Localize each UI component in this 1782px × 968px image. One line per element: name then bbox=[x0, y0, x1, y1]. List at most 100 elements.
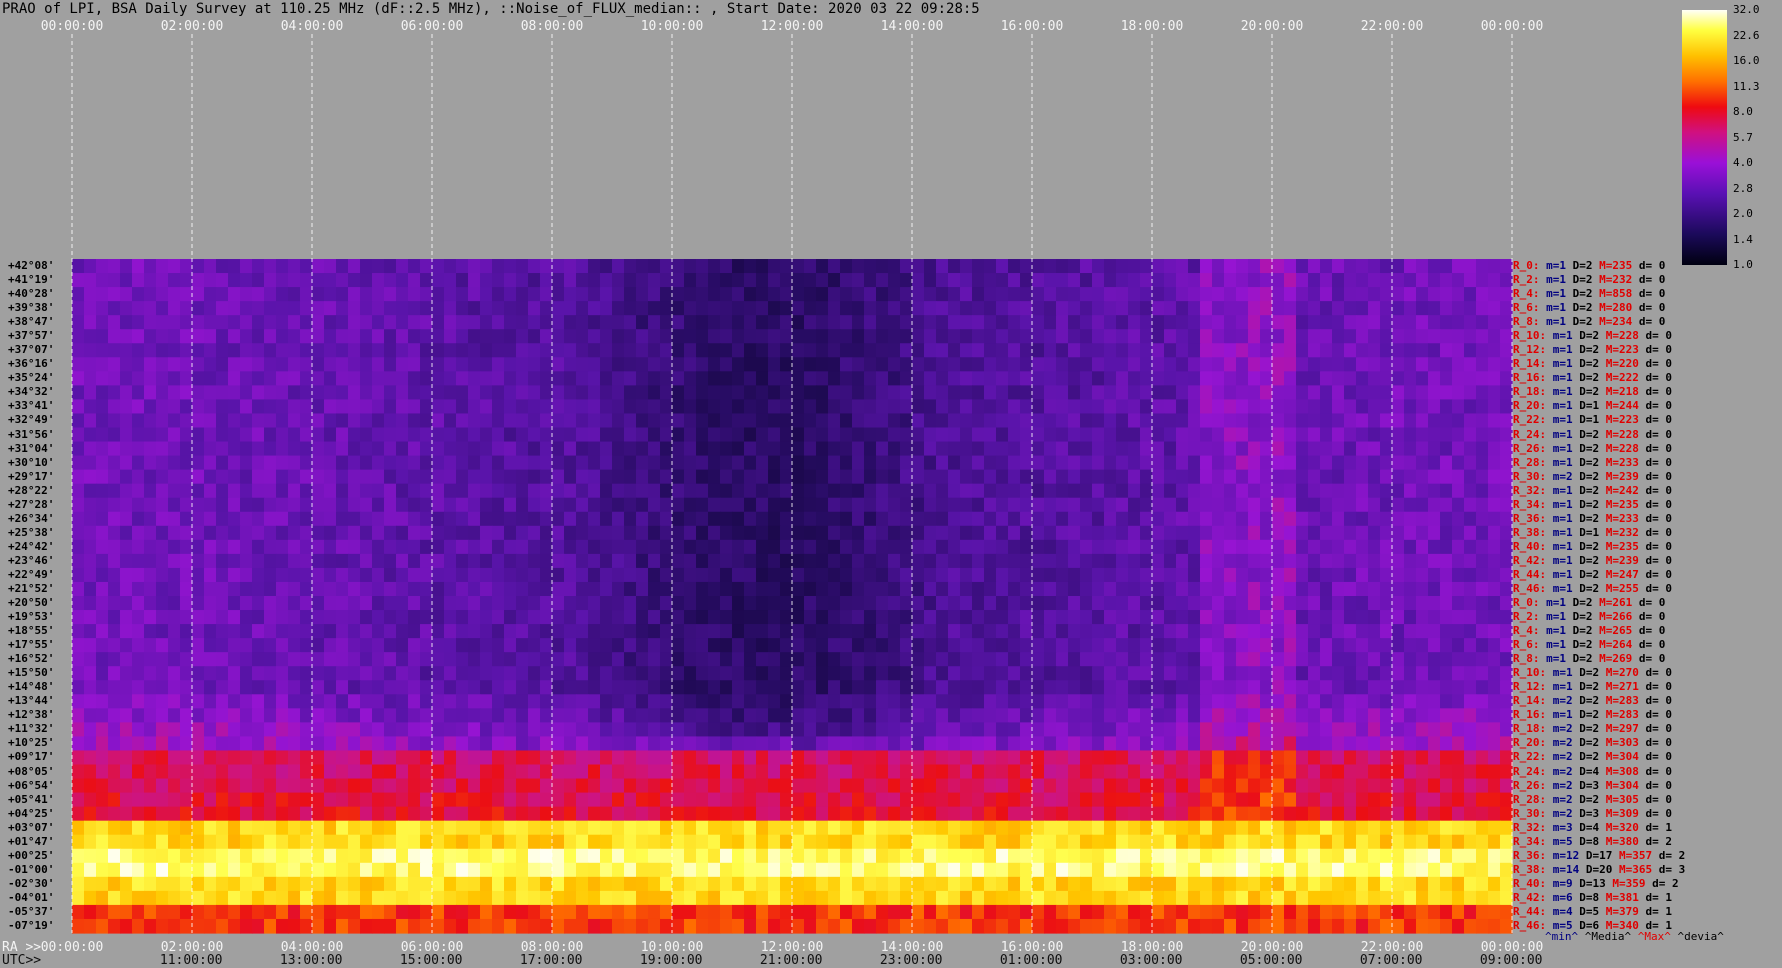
heatmap-cell bbox=[540, 259, 553, 274]
heatmap-cell bbox=[1176, 680, 1189, 695]
heatmap-cell bbox=[240, 581, 253, 597]
heatmap-cell bbox=[864, 539, 877, 555]
heatmap-cell bbox=[1380, 273, 1393, 288]
heatmap-cell bbox=[192, 694, 205, 709]
heatmap-cell bbox=[1068, 469, 1081, 485]
heatmap-cell bbox=[300, 708, 313, 723]
heatmap-cell bbox=[1500, 357, 1513, 372]
heatmap-cell bbox=[180, 427, 193, 443]
heatmap-cell bbox=[72, 694, 85, 709]
heatmap-cell bbox=[204, 736, 217, 752]
heatmap-cell bbox=[1212, 329, 1225, 344]
heatmap-cell bbox=[1092, 806, 1105, 822]
heatmap-cell bbox=[552, 708, 565, 723]
heatmap-cell bbox=[456, 624, 469, 639]
heatmap-cell bbox=[696, 610, 709, 625]
heatmap-cell bbox=[840, 455, 853, 471]
heatmap-cell bbox=[1044, 680, 1057, 695]
heatmap-cell bbox=[528, 666, 541, 681]
heatmap-cell bbox=[264, 736, 277, 752]
heatmap-cell bbox=[1044, 455, 1057, 471]
heatmap-cell bbox=[1488, 708, 1501, 723]
heatmap-cell bbox=[804, 343, 817, 358]
heatmap-cell bbox=[1296, 301, 1309, 316]
heatmap-cell bbox=[216, 792, 229, 808]
heatmap-cell bbox=[1392, 820, 1405, 836]
heatmap-cell bbox=[744, 539, 757, 555]
heatmap-cell bbox=[1380, 694, 1393, 709]
heatmap-cell bbox=[192, 455, 205, 471]
heatmap-cell bbox=[660, 581, 673, 597]
heatmap-cell bbox=[672, 287, 685, 302]
heatmap-cell bbox=[1332, 413, 1345, 429]
heatmap-cell bbox=[444, 567, 457, 583]
heatmap-cell bbox=[324, 287, 337, 302]
heatmap-cell bbox=[1044, 427, 1057, 443]
heatmap-cell bbox=[1020, 413, 1033, 429]
heatmap-cell bbox=[1200, 413, 1213, 429]
heatmap-cell bbox=[792, 666, 805, 681]
heatmap-cell bbox=[1404, 525, 1417, 541]
heatmap-cell bbox=[288, 441, 301, 457]
heatmap-cell bbox=[396, 273, 409, 288]
heatmap-cell bbox=[1152, 539, 1165, 555]
heatmap-cell bbox=[864, 553, 877, 569]
heatmap-cell bbox=[1128, 511, 1141, 527]
heatmap-cell bbox=[1104, 385, 1117, 401]
heatmap-cell bbox=[852, 792, 865, 808]
heatmap-cell bbox=[1080, 287, 1093, 302]
heatmap-cell bbox=[852, 638, 865, 653]
heatmap-cell bbox=[1428, 259, 1441, 274]
heatmap-cell bbox=[684, 694, 697, 709]
heatmap-cell bbox=[840, 778, 853, 794]
heatmap-cell bbox=[816, 301, 829, 316]
heatmap-cell bbox=[444, 539, 457, 555]
heatmap-cell bbox=[324, 666, 337, 681]
heatmap-cell bbox=[1476, 581, 1489, 597]
heatmap-cell bbox=[804, 371, 817, 386]
heatmap-cell bbox=[1152, 455, 1165, 471]
heatmap-cell bbox=[1080, 497, 1093, 513]
heatmap-cell bbox=[96, 638, 109, 653]
heatmap-cell bbox=[852, 820, 865, 836]
heatmap-cell bbox=[444, 581, 457, 597]
heatmap-cell bbox=[252, 722, 265, 738]
heatmap-cell bbox=[336, 413, 349, 429]
heatmap-cell bbox=[588, 750, 601, 766]
heatmap-cell bbox=[312, 708, 325, 723]
heatmap-cell bbox=[1116, 596, 1129, 611]
heatmap-cell bbox=[576, 497, 589, 513]
heatmap-cell bbox=[744, 624, 757, 639]
heatmap-cell bbox=[372, 553, 385, 569]
heatmap-cell bbox=[1080, 553, 1093, 569]
heatmap-cell bbox=[348, 357, 361, 372]
heatmap-cell bbox=[120, 455, 133, 471]
heatmap-cell bbox=[1212, 553, 1225, 569]
heatmap-cell bbox=[576, 259, 589, 274]
heatmap-cell bbox=[168, 399, 181, 415]
heatmap-cell bbox=[384, 806, 397, 822]
heatmap-cell bbox=[1068, 497, 1081, 513]
heatmap-cell bbox=[1212, 441, 1225, 457]
heatmap-cell bbox=[960, 806, 973, 822]
heatmap-cell bbox=[516, 778, 529, 794]
heatmap-cell bbox=[576, 525, 589, 541]
heatmap-cell bbox=[864, 385, 877, 401]
heatmap-cell bbox=[1128, 343, 1141, 358]
heatmap-cell bbox=[456, 301, 469, 316]
heatmap-cell bbox=[312, 567, 325, 583]
heatmap-cell bbox=[432, 750, 445, 766]
heatmap-cell bbox=[960, 820, 973, 836]
heatmap-cell bbox=[1416, 806, 1429, 822]
heatmap-cell bbox=[1380, 371, 1393, 386]
heatmap-cell bbox=[624, 385, 637, 401]
heatmap-cell bbox=[444, 357, 457, 372]
heatmap-cell bbox=[516, 413, 529, 429]
heatmap-cell bbox=[72, 708, 85, 723]
heatmap-cell bbox=[348, 638, 361, 653]
heatmap-cell bbox=[1272, 750, 1285, 766]
heatmap-cell bbox=[600, 764, 613, 780]
heatmap-cell bbox=[924, 778, 937, 794]
heatmap-cell bbox=[708, 792, 721, 808]
heatmap-cell bbox=[504, 624, 517, 639]
